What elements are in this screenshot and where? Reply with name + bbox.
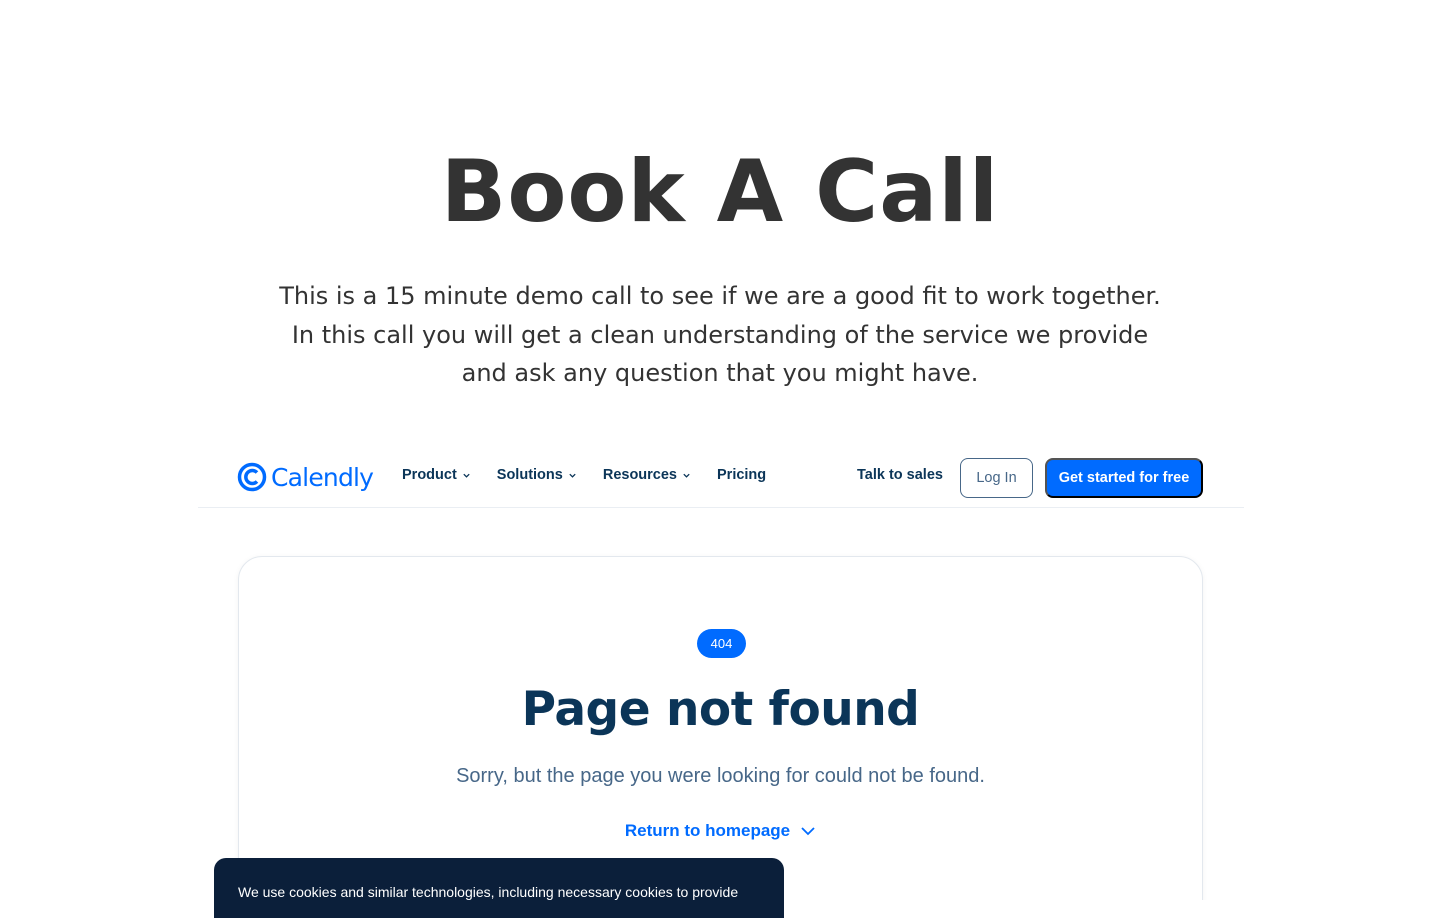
not-found-title: Page not found — [521, 682, 920, 737]
calendly-logo-text: Calendly — [271, 462, 374, 492]
chevron-down-icon — [569, 473, 576, 478]
calendly-embed: Calendly Product Solutions Resources Pri… — [198, 440, 1244, 900]
calendly-logo-icon — [237, 462, 267, 492]
nav-resources[interactable]: Resources — [603, 467, 691, 483]
status-badge: 404 — [697, 629, 746, 658]
nav-pricing[interactable]: Pricing — [717, 467, 766, 483]
nav-pricing-label: Pricing — [717, 467, 767, 483]
chevron-down-icon — [683, 473, 690, 478]
not-found-message: Sorry, but the page you were looking for… — [456, 765, 985, 787]
cookie-banner: We use cookies and similar technologies,… — [214, 858, 784, 918]
calendly-logo[interactable]: Calendly — [237, 459, 374, 495]
nav-product[interactable]: Product — [402, 467, 471, 483]
cookie-banner-text: We use cookies and similar technologies,… — [238, 884, 739, 900]
nav-solutions-label: Solutions — [496, 467, 563, 483]
nav-resources-label: Resources — [602, 467, 677, 483]
calendly-navbar: Calendly Product Solutions Resources Pri… — [198, 440, 1244, 508]
login-button[interactable]: Log In — [960, 458, 1033, 498]
hero-description: This is a 15 minute demo call to see if … — [279, 282, 1161, 387]
page-title: Book A Call — [440, 142, 1000, 242]
nav-solutions[interactable]: Solutions — [497, 467, 577, 483]
chevron-down-icon — [463, 473, 470, 478]
not-found-card: 404 Page not found Sorry, but the page y… — [238, 556, 1203, 900]
nav-product-label: Product — [402, 467, 457, 483]
get-started-button[interactable]: Get started for free — [1045, 458, 1203, 498]
nav-links: Product Solutions Resources Pricing — [402, 467, 766, 483]
return-homepage-label: Return to homepage — [624, 821, 791, 840]
return-homepage-link[interactable]: Return to homepage — [239, 821, 1202, 841]
chevron-down-icon — [801, 827, 815, 836]
talk-to-sales-link[interactable]: Talk to sales — [857, 467, 943, 483]
